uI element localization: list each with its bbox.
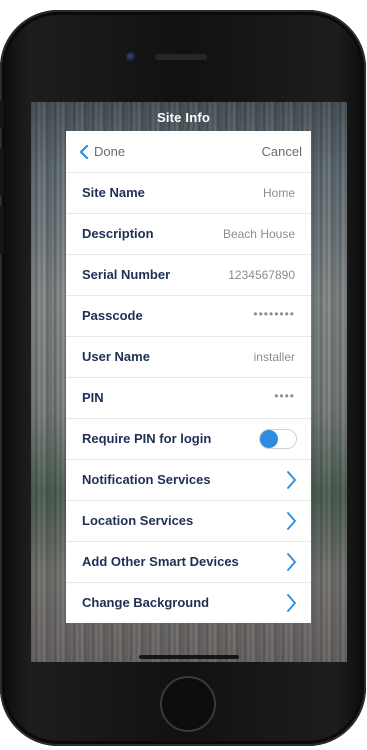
chevron-right-icon <box>287 553 296 571</box>
change-background-label: Change Background <box>82 595 210 610</box>
row-notification-services[interactable]: Notification Services <box>66 459 311 500</box>
add-other-smart-devices-label: Add Other Smart Devices <box>82 554 239 569</box>
volume-up-button <box>0 148 4 196</box>
done-label: Done <box>94 144 126 159</box>
panel-header: Done Cancel <box>66 131 311 173</box>
passcode-label: Passcode <box>82 308 143 323</box>
row-passcode[interactable]: Passcode •••••••• <box>66 295 311 336</box>
site-name-value: Home <box>262 186 295 200</box>
chevron-right-icon <box>287 594 296 612</box>
toggle-knob <box>260 430 278 448</box>
pin-label: PIN <box>82 390 104 405</box>
home-button[interactable] <box>160 676 216 732</box>
pin-value: •••• <box>274 389 295 403</box>
done-button[interactable]: Done <box>78 144 125 159</box>
chevron-left-icon <box>79 144 89 159</box>
chevron-right-icon <box>287 471 296 489</box>
row-require-pin: Require PIN for login <box>66 418 311 459</box>
row-user-name[interactable]: User Name installer <box>66 336 311 377</box>
description-label: Description <box>82 226 154 241</box>
cancel-button[interactable]: Cancel <box>262 144 302 159</box>
phone-frame: Site Info Done Cancel Site Name Home Des… <box>0 0 367 750</box>
serial-number-value: 1234567890 <box>228 268 295 282</box>
front-camera <box>126 52 136 62</box>
row-location-services[interactable]: Location Services <box>66 500 311 541</box>
site-info-panel: Done Cancel Site Name Home Description B… <box>66 131 311 623</box>
notification-services-label: Notification Services <box>82 472 211 487</box>
settings-list: Site Name Home Description Beach House S… <box>66 172 311 623</box>
user-name-value: installer <box>253 350 295 364</box>
screen-title: Site Info <box>156 110 211 125</box>
user-name-label: User Name <box>82 349 150 364</box>
row-description[interactable]: Description Beach House <box>66 213 311 254</box>
volume-down-button <box>0 206 4 254</box>
site-name-label: Site Name <box>82 185 145 200</box>
earpiece-speaker <box>155 54 207 60</box>
row-serial-number[interactable]: Serial Number 1234567890 <box>66 254 311 295</box>
require-pin-toggle[interactable] <box>259 429 297 449</box>
row-add-other-smart-devices[interactable]: Add Other Smart Devices <box>66 541 311 582</box>
passcode-value: •••••••• <box>253 307 295 321</box>
require-pin-label: Require PIN for login <box>82 431 212 446</box>
description-value: Beach House <box>222 227 295 241</box>
home-indicator <box>139 655 239 659</box>
row-site-name[interactable]: Site Name Home <box>66 172 311 213</box>
location-services-label: Location Services <box>82 513 194 528</box>
row-pin[interactable]: PIN •••• <box>66 377 311 418</box>
row-change-background[interactable]: Change Background <box>66 582 311 623</box>
chevron-right-icon <box>287 512 296 530</box>
serial-number-label: Serial Number <box>82 267 171 282</box>
